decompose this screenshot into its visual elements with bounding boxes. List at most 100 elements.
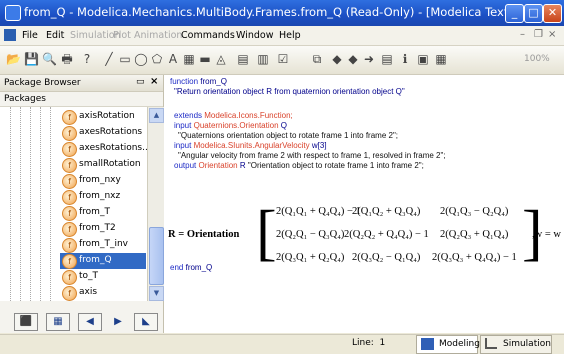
info-icon[interactable]: ℹ: [398, 52, 412, 66]
menu-file[interactable]: File: [22, 30, 38, 41]
code-line-end: end from_Q: [170, 263, 213, 272]
maximize-button[interactable]: □: [524, 4, 543, 23]
packages-label: Packages: [4, 94, 46, 104]
matrix-r2c0: 2(Q₃Q₁ + Q₂Q₄): [276, 252, 345, 263]
grid-icon[interactable]: ▤: [236, 52, 250, 66]
function-icon: f: [62, 206, 77, 221]
zoom-level[interactable]: 100%: [524, 54, 550, 64]
scroll-thumb[interactable]: [149, 227, 164, 285]
tree-item-from_T_inv[interactable]: f from_T_inv: [60, 237, 146, 253]
text-view-icon[interactable]: ▣: [416, 52, 430, 66]
package-browser: Package Browser ▭ × Packages f axisRotati…: [0, 75, 164, 333]
close-pane-icon[interactable]: ×: [150, 76, 158, 87]
menu-help[interactable]: Help: [279, 30, 301, 41]
minimize-button[interactable]: _: [505, 4, 524, 23]
fill-color-icon[interactable]: ◬: [214, 52, 228, 66]
mdi-close-icon[interactable]: ×: [548, 29, 556, 40]
line-tool-icon[interactable]: ╱: [102, 52, 116, 66]
line-color-icon[interactable]: ▬: [198, 52, 212, 66]
tree-item-to_T[interactable]: f to_T: [60, 269, 146, 285]
open-icon[interactable]: 📂: [6, 52, 21, 66]
forward-arrow-icon[interactable]: ▶: [106, 313, 130, 331]
code-line-8: output Orientation R "Orientation object…: [174, 161, 424, 170]
rectangle-tool-icon[interactable]: ▭: [118, 52, 132, 66]
function-icon: f: [62, 270, 77, 285]
back-arrow-icon[interactable]: ◀: [78, 313, 102, 331]
text-tool-icon[interactable]: A: [166, 52, 180, 66]
function-icon: f: [62, 158, 77, 173]
function-icon: f: [62, 126, 77, 141]
mdi-minimize-icon[interactable]: –: [520, 29, 525, 40]
package-browser-header: Package Browser ▭ ×: [0, 75, 163, 92]
tree-item-smallRotation[interactable]: f smallRotation: [60, 157, 146, 173]
ellipse-tool-icon[interactable]: ◯: [134, 52, 148, 66]
print-icon[interactable]: 🖶: [60, 52, 74, 66]
mdi-restore-icon[interactable]: ❐: [534, 29, 543, 40]
simulation-icon: [485, 338, 497, 349]
close-button[interactable]: ✕: [543, 4, 562, 23]
line-indicator: Line: 1: [352, 338, 386, 348]
back-icon[interactable]: ◆: [330, 52, 344, 66]
tree-item-from_T[interactable]: f from_T: [60, 205, 146, 221]
scroll-down-icon[interactable]: ▼: [149, 286, 164, 301]
modeling-icon: [421, 338, 434, 350]
modeling-tab[interactable]: Modeling: [416, 335, 480, 354]
tree-item-axis[interactable]: f axis: [60, 285, 146, 301]
scroll-up-icon[interactable]: ▲: [149, 108, 164, 123]
matrix-r0c2: 2(Q₁Q₃ − Q₂Q₄): [440, 206, 509, 217]
matrix-r2c1: 2(Q₃Q₂ − Q₁Q₄): [352, 252, 421, 263]
search-icon[interactable]: 🔍: [42, 52, 57, 66]
tree-item-from_Q[interactable]: f from_Q: [60, 253, 146, 269]
code-line-3: extends Modelica.Icons.Function;: [174, 111, 293, 120]
matrix-left-bracket: [: [256, 199, 277, 267]
help-pointer-icon[interactable]: ?: [80, 52, 94, 66]
title-bar: from_Q - Modelica.Mechanics.MultiBody.Fr…: [0, 0, 564, 26]
menu-commands[interactable]: Commands: [181, 30, 235, 41]
pin-icon[interactable]: ▭: [136, 77, 145, 87]
equation-lhs: R = Orientation: [168, 229, 240, 240]
forward-icon[interactable]: ◆: [346, 52, 360, 66]
check-icon[interactable]: ☑: [276, 52, 290, 66]
function-icon: f: [62, 238, 77, 253]
code-line-1: function from_Q: [170, 77, 227, 86]
function-icon: f: [62, 190, 77, 205]
menu-plot[interactable]: Plot: [113, 30, 131, 41]
equation-view-icon[interactable]: ▦: [434, 52, 448, 66]
matrix-r0c1: 2(Q₁Q₂ + Q₃Q₄): [352, 206, 421, 217]
tree-item-from_nxz[interactable]: f from_nxz: [60, 189, 146, 205]
matrix-r1c2: 2(Q₂Q₃ + Q₁Q₄): [440, 229, 509, 240]
tree-item-from_nxy[interactable]: f from_nxy: [60, 173, 146, 189]
save-icon[interactable]: 💾: [24, 52, 39, 66]
matrix-r2c2: 2(Q₃Q₃ + Q₄Q₄) − 1: [432, 252, 517, 263]
bitmap-tool-icon[interactable]: ▦: [182, 52, 196, 66]
window-title: from_Q - Modelica.Mechanics.MultiBody.Fr…: [24, 5, 513, 19]
parent-package-icon[interactable]: ⬛: [14, 313, 38, 331]
menu-bar: File Edit Simulation Plot Animation Comm…: [0, 26, 564, 46]
equation-rhs: ,w = w: [532, 229, 561, 240]
menu-animation[interactable]: Animation: [134, 30, 182, 41]
matrix-r1c0: 2(Q₂Q₁ − Q₃Q₄): [276, 229, 345, 240]
modelica-text-editor[interactable]: function from_Q "Return orientation obje…: [164, 75, 564, 333]
polygon-tool-icon[interactable]: ⬠: [150, 52, 164, 66]
function-icon: f: [62, 142, 77, 157]
menu-edit[interactable]: Edit: [46, 30, 64, 41]
package-tree[interactable]: f axisRotation f axesRotations f axesRotati…: [0, 107, 147, 301]
package-browser-title: Package Browser: [4, 78, 81, 88]
tree-item-axesRotations-2[interactable]: f axesRotations...: [60, 141, 147, 157]
function-icon: f: [62, 254, 77, 269]
tree-item-axisRotation[interactable]: f axisRotation: [60, 109, 146, 125]
matrix-r1c1: 2(Q₂Q₂ + Q₄Q₄) − 1: [344, 229, 429, 240]
copy-icon[interactable]: ⧉: [310, 52, 324, 66]
diagram-icon[interactable]: ▤: [380, 52, 394, 66]
tree-item-from_T2[interactable]: f from_T2: [60, 221, 146, 237]
tree-item-axesRotations[interactable]: f axesRotations: [60, 125, 146, 141]
connect-icon[interactable]: ➜: [362, 52, 376, 66]
components-icon[interactable]: ▦: [46, 313, 70, 331]
home-icon[interactable]: ◣: [134, 313, 158, 331]
tree-scrollbar[interactable]: ▲ ▼: [147, 107, 164, 301]
code-line-6: input Modelica.SIunits.AngularVelocity w…: [174, 141, 327, 150]
simulation-tab[interactable]: Simulation: [480, 335, 552, 354]
function-icon: f: [62, 174, 77, 189]
layer-icon[interactable]: ▥: [256, 52, 270, 66]
menu-window[interactable]: Window: [236, 30, 273, 41]
